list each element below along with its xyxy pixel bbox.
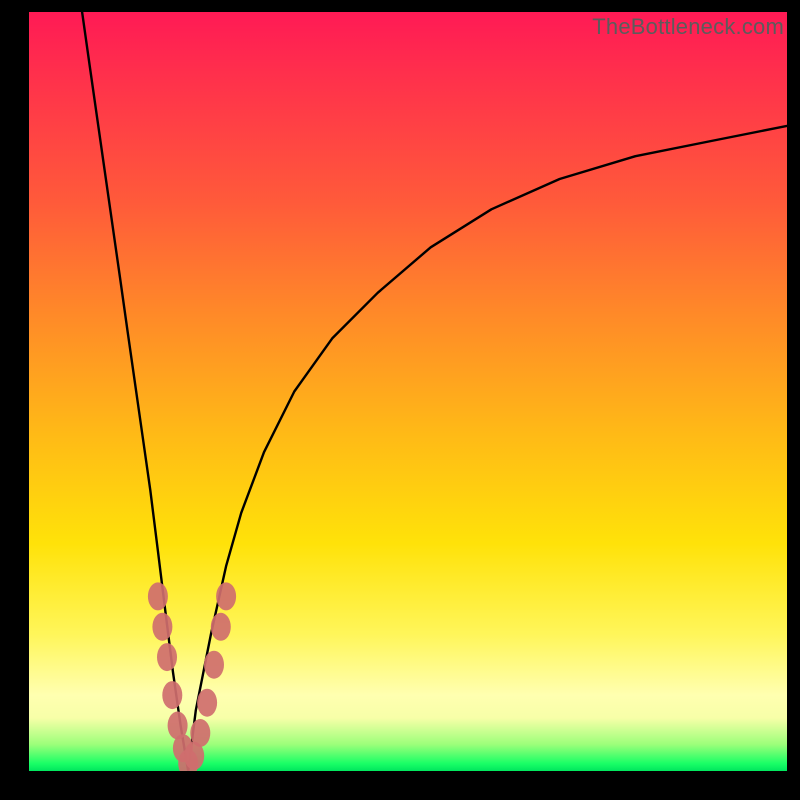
bead-9 — [197, 689, 217, 717]
plot-area — [29, 12, 787, 771]
bead-10 — [204, 651, 224, 679]
bead-2 — [157, 643, 177, 671]
curve-overlay — [29, 12, 787, 771]
chart-frame: TheBottleneck.com — [0, 0, 800, 800]
bead-11 — [211, 613, 231, 641]
series-right-branch — [188, 126, 787, 771]
bead-1 — [152, 613, 172, 641]
bead-0 — [148, 582, 168, 610]
bead-markers — [148, 582, 236, 771]
bottleneck-curve — [82, 12, 787, 771]
watermark-text: TheBottleneck.com — [592, 14, 784, 40]
bead-3 — [162, 681, 182, 709]
bead-8 — [190, 719, 210, 747]
bead-12 — [216, 582, 236, 610]
